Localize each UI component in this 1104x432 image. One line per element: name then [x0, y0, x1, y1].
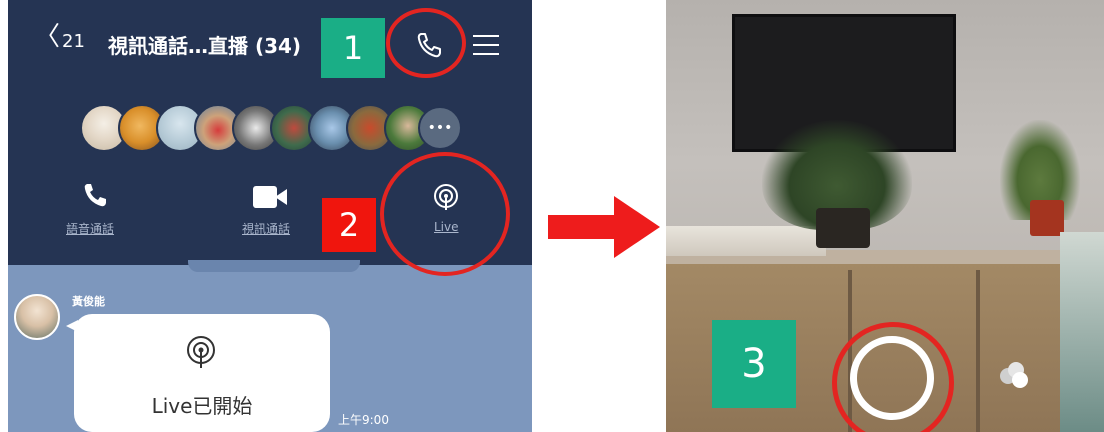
step-1-number: 1 — [342, 29, 364, 67]
bubble-message: Live已開始 — [151, 394, 253, 418]
right-arrow-icon — [548, 196, 660, 258]
cabinet-divider — [976, 270, 980, 432]
highlight-circle-live — [380, 152, 510, 276]
highlight-circle-record — [832, 322, 954, 432]
sender-name: 黃俊能 — [72, 295, 105, 308]
broadcast-icon — [184, 336, 218, 370]
back-chevron-icon[interactable]: 〈 — [34, 24, 60, 50]
window-frame — [1060, 232, 1104, 432]
chat-title: 視訊通話…直播 (34) — [108, 34, 302, 58]
filter-effects-icon[interactable] — [1000, 362, 1030, 390]
hamburger-menu-icon[interactable] — [473, 33, 499, 55]
video-call-button[interactable]: 視訊通話 — [236, 180, 306, 240]
voice-call-label: 語音通話 — [66, 222, 115, 236]
message-time: 上午9:00 — [338, 413, 389, 427]
step-2-number: 2 — [338, 206, 360, 244]
step-1-badge: 1 — [321, 18, 385, 78]
live-started-bubble[interactable]: Live已開始 — [74, 314, 330, 432]
chat-pill-divider — [188, 260, 360, 272]
plant-pot — [1030, 200, 1064, 236]
line-chat-screenshot: 〈 21 視訊通話…直播 (34) 1 ••• 語音通話 視訊通話 2 Live… — [8, 0, 532, 432]
live-camera-view: 3 — [666, 0, 1104, 432]
voice-call-button[interactable]: 語音通話 — [60, 180, 130, 240]
step-3-number: 3 — [741, 341, 767, 387]
back-unread-count[interactable]: 21 — [62, 31, 85, 52]
sender-avatar[interactable] — [14, 294, 60, 340]
call-panel-header: 〈 21 視訊通話…直播 (34) 1 ••• 語音通話 視訊通話 2 Live — [8, 0, 532, 276]
step-3-badge: 3 — [712, 320, 796, 408]
more-members-icon[interactable]: ••• — [418, 106, 462, 150]
paper-stack — [666, 226, 826, 256]
video-camera-icon — [253, 186, 289, 208]
highlight-circle-call — [386, 8, 466, 78]
phone-fill-icon — [82, 182, 108, 208]
plant-pot — [816, 208, 870, 248]
step-2-badge: 2 — [322, 198, 376, 252]
video-call-label: 視訊通話 — [242, 222, 291, 236]
